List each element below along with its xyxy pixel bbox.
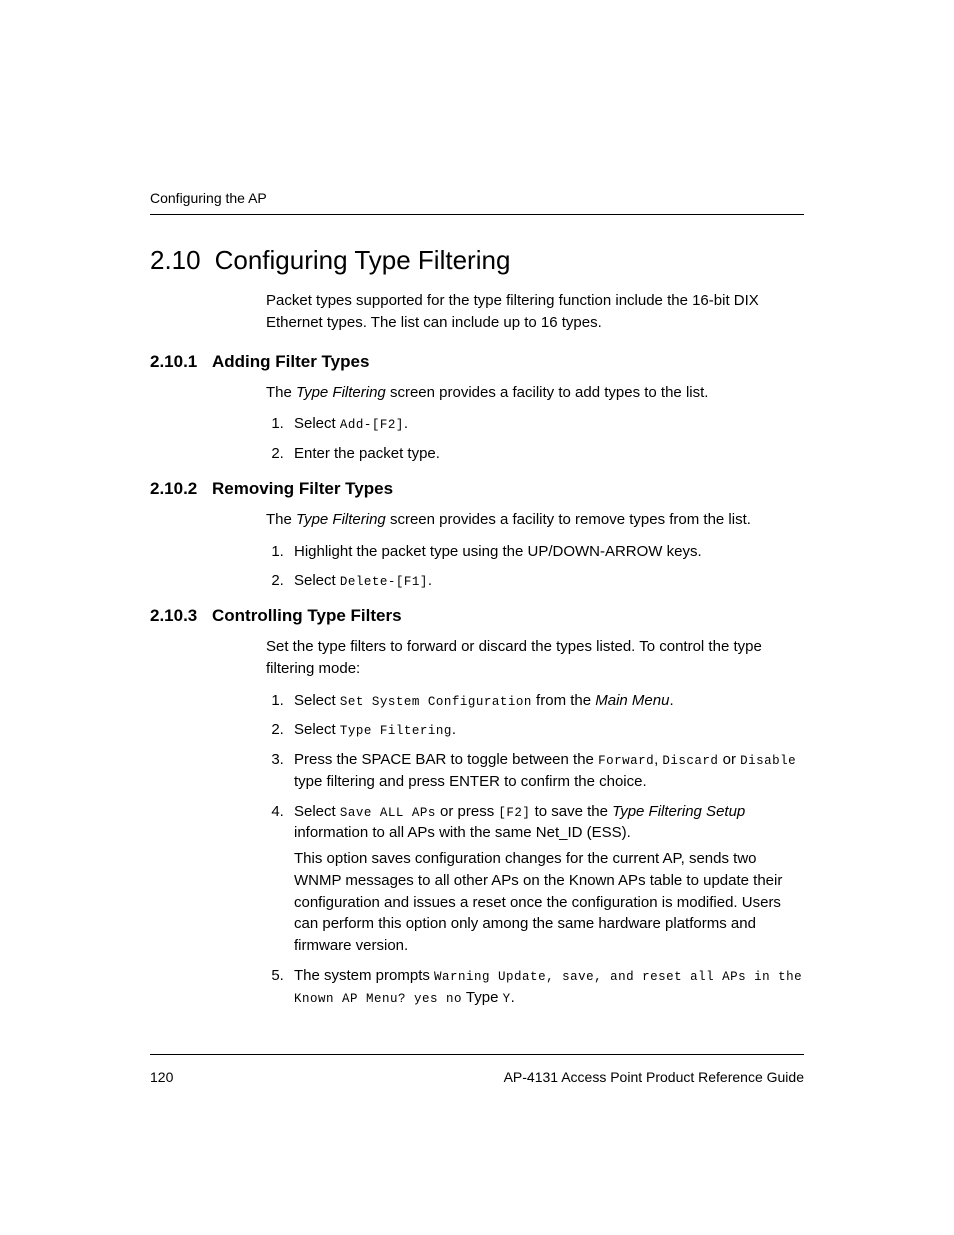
sub2-body: The Type Filtering screen provides a fac…	[266, 509, 804, 592]
italic-text: Type Filtering Setup	[612, 803, 745, 820]
sub1-step1: Select Add-[F2].	[288, 413, 804, 435]
text: to save the	[530, 803, 612, 820]
subsection-removing: 2.10.2Removing Filter Types The Type Fil…	[150, 479, 804, 592]
section-title: 2.10 Configuring Type Filtering	[150, 245, 804, 276]
text: information to all APs with the same Net…	[294, 824, 631, 841]
text: The	[266, 511, 296, 528]
sub2-title: 2.10.2Removing Filter Types	[150, 479, 804, 499]
page-footer: 120 AP-4131 Access Point Product Referen…	[150, 1054, 804, 1085]
sub3-number: 2.10.3	[150, 606, 212, 626]
text: The	[266, 384, 296, 401]
text: Select	[294, 572, 340, 589]
mono-text: Delete-[F1]	[340, 575, 428, 589]
section-intro: Packet types supported for the type filt…	[266, 290, 804, 334]
sub3-title-text: Controlling Type Filters	[212, 606, 402, 625]
subsection-controlling: 2.10.3Controlling Type Filters Set the t…	[150, 606, 804, 1008]
sub3-intro: Set the type filters to forward or disca…	[266, 636, 804, 680]
footer-row: 120 AP-4131 Access Point Product Referen…	[150, 1069, 804, 1085]
sub3-step5: The system prompts Warning Update, save,…	[288, 965, 804, 1009]
text: or press	[436, 803, 499, 820]
doc-title: AP-4131 Access Point Product Reference G…	[504, 1069, 804, 1085]
sub3-step4: Select Save ALL APs or press [F2] to sav…	[288, 801, 804, 957]
text: .	[669, 692, 673, 709]
sub3-title: 2.10.3Controlling Type Filters	[150, 606, 804, 626]
sub1-number: 2.10.1	[150, 352, 212, 372]
sub1-title-text: Adding Filter Types	[212, 352, 369, 371]
text: or	[718, 751, 740, 768]
sub3-steps: Select Set System Configuration from the…	[266, 690, 804, 1009]
sub1-body: The Type Filtering screen provides a fac…	[266, 382, 804, 465]
bottom-rule	[150, 1054, 804, 1055]
sub3-step1: Select Set System Configuration from the…	[288, 690, 804, 712]
italic-text: Type Filtering	[296, 511, 386, 528]
section-title-text: Configuring Type Filtering	[215, 245, 511, 275]
text: .	[428, 572, 432, 589]
text: from the	[532, 692, 595, 709]
text: Press the SPACE BAR to toggle between th…	[294, 751, 598, 768]
sub3-body: Set the type filters to forward or disca…	[266, 636, 804, 1008]
text: .	[404, 415, 408, 432]
mono-text: Y	[503, 992, 511, 1006]
running-head: Configuring the AP	[150, 190, 804, 206]
sub2-intro: The Type Filtering screen provides a fac…	[266, 509, 804, 531]
sub1-steps: Select Add-[F2]. Enter the packet type.	[266, 413, 804, 465]
italic-text: Type Filtering	[296, 384, 386, 401]
sub1-intro: The Type Filtering screen provides a fac…	[266, 382, 804, 404]
sub3-step3: Press the SPACE BAR to toggle between th…	[288, 749, 804, 793]
mono-text: [F2]	[498, 806, 530, 820]
text: screen provides a facility to remove typ…	[386, 511, 751, 528]
sub2-steps: Highlight the packet type using the UP/D…	[266, 541, 804, 593]
sub2-step2: Select Delete-[F1].	[288, 570, 804, 592]
text: .	[452, 721, 456, 738]
text: .	[511, 989, 515, 1006]
sub2-title-text: Removing Filter Types	[212, 479, 393, 498]
mono-text: Discard	[662, 754, 718, 768]
mono-text: Set System Configuration	[340, 695, 532, 709]
text: The system prompts	[294, 967, 434, 984]
text: Type	[462, 989, 503, 1006]
mono-text: Add-[F2]	[340, 418, 404, 432]
sub1-title: 2.10.1Adding Filter Types	[150, 352, 804, 372]
text: Select	[294, 692, 340, 709]
text: Select	[294, 721, 340, 738]
sub2-step1: Highlight the packet type using the UP/D…	[288, 541, 804, 563]
mono-text: Save ALL APs	[340, 806, 436, 820]
top-rule	[150, 214, 804, 215]
text: Select	[294, 415, 340, 432]
text: Select	[294, 803, 340, 820]
mono-text: Forward	[598, 754, 654, 768]
text: type filtering and press ENTER to confir…	[294, 773, 647, 790]
italic-text: Main Menu	[595, 692, 669, 709]
mono-text: Type Filtering	[340, 724, 452, 738]
subsection-adding: 2.10.1Adding Filter Types The Type Filte…	[150, 352, 804, 465]
text: screen provides a facility to add types …	[386, 384, 709, 401]
mono-text: Disable	[740, 754, 796, 768]
sub3-step4-extra: This option saves configuration changes …	[294, 848, 804, 957]
section-number: 2.10	[150, 245, 201, 276]
sub3-step2: Select Type Filtering.	[288, 719, 804, 741]
page-number: 120	[150, 1069, 173, 1085]
sub2-number: 2.10.2	[150, 479, 212, 499]
document-page: Configuring the AP 2.10 Configuring Type …	[0, 0, 954, 1008]
sub1-step2: Enter the packet type.	[288, 443, 804, 465]
